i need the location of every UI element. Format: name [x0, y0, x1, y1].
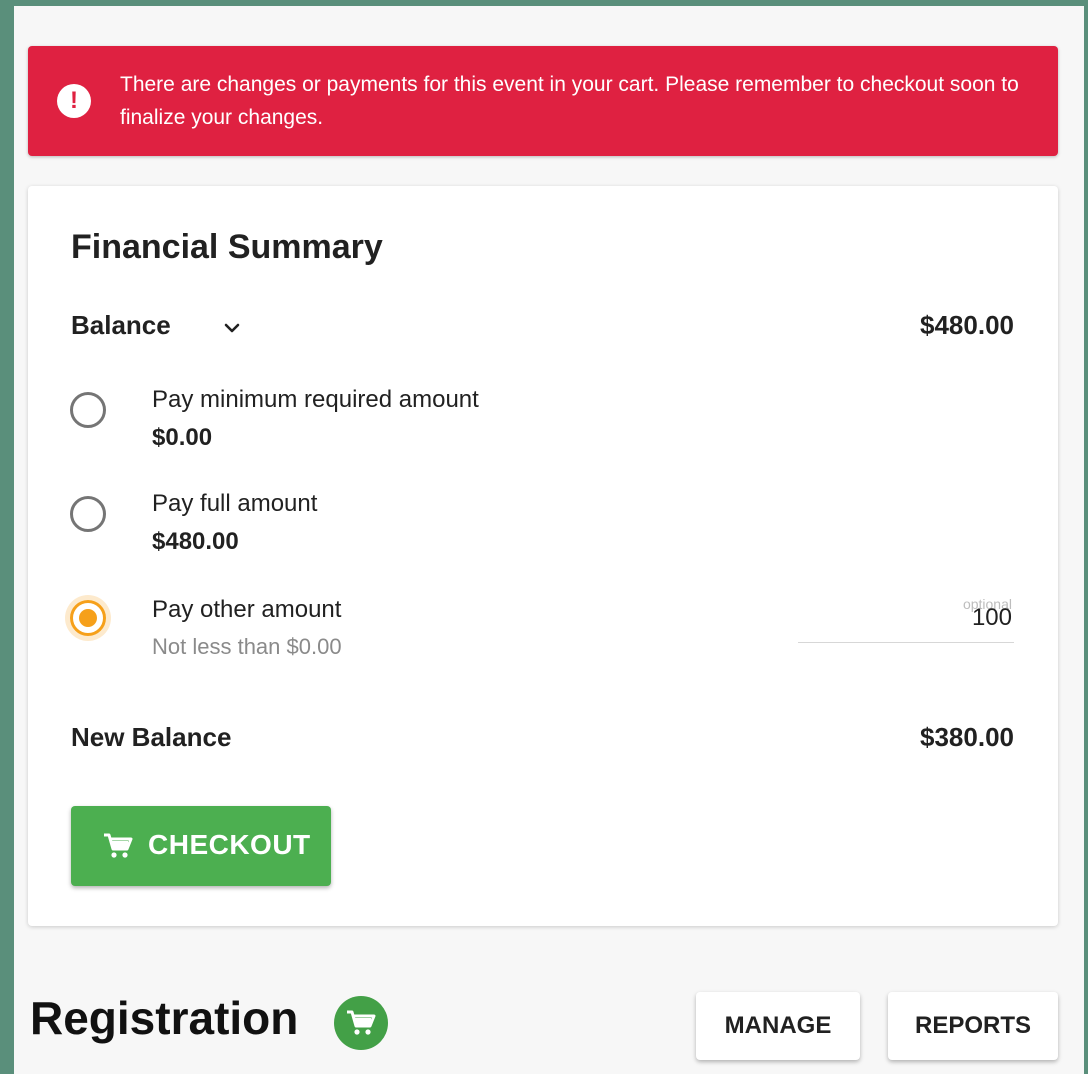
financial-summary-card: Financial Summary Balance $480.00 Pay mi…	[28, 186, 1058, 926]
other-amount-value: 100	[971, 604, 1012, 631]
cart-alert-banner: ! There are changes or payments for this…	[28, 46, 1058, 156]
new-balance-label: New Balance	[71, 722, 232, 752]
pay-full-label: Pay full amount	[152, 490, 318, 517]
card-title: Financial Summary	[71, 228, 383, 266]
alert-message: There are changes or payments for this e…	[120, 73, 1019, 129]
other-amount-input[interactable]: optional 100	[798, 590, 1014, 643]
pay-full-radio[interactable]	[70, 496, 106, 532]
new-balance-amount: $380.00	[920, 722, 1014, 752]
checkout-button[interactable]: CHECKOUT	[71, 806, 331, 886]
checkout-label: CHECKOUT	[148, 829, 311, 860]
balance-label: Balance	[71, 310, 171, 340]
pay-other-hint: Not less than $0.00	[152, 634, 342, 659]
pay-minimum-label: Pay minimum required amount	[152, 386, 479, 413]
pay-minimum-radio[interactable]	[70, 392, 106, 428]
pay-other-label: Pay other amount	[152, 596, 342, 623]
pay-full-amount: $480.00	[152, 528, 239, 555]
cart-glyph	[347, 1010, 376, 1035]
cart-icon[interactable]	[334, 996, 388, 1050]
manage-button[interactable]: MANAGE	[696, 992, 860, 1060]
exclamation-icon: !	[57, 84, 91, 118]
pay-minimum-amount: $0.00	[152, 424, 213, 451]
chevron-down-icon[interactable]	[220, 316, 244, 340]
balance-toggle[interactable]: Balance	[71, 310, 171, 341]
pay-other-radio[interactable]	[70, 600, 106, 636]
cart-icon	[104, 833, 133, 858]
page-frame: ! There are changes or payments for this…	[14, 6, 1084, 1074]
reports-button[interactable]: REPORTS	[888, 992, 1058, 1060]
registration-title: Registration	[30, 992, 299, 1044]
balance-amount: $480.00	[920, 310, 1014, 340]
